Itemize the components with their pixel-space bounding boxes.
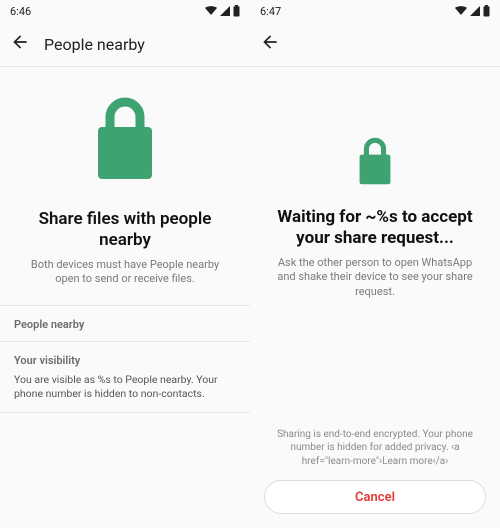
wifi-icon [455,6,467,16]
back-button[interactable] [10,32,30,56]
section-label: People nearby [14,318,236,331]
status-bar: 6:47 [250,0,500,22]
headline: Share files with people nearby [0,209,250,252]
cancel-button[interactable]: Cancel [264,480,486,514]
status-icons [205,5,240,17]
section-people-nearby[interactable]: People nearby [0,306,250,341]
cancel-button-label: Cancel [355,490,395,505]
status-time: 6:47 [260,5,281,18]
status-bar: 6:46 [0,0,250,22]
encryption-note: Sharing is end-to-end encrypted. Your ph… [264,428,486,481]
lock-icon [90,97,160,183]
app-bar: People nearby [0,22,250,66]
section-your-visibility[interactable]: Your visibility You are visible as %s to… [0,342,250,411]
status-icons [455,5,490,17]
wifi-icon [205,6,217,16]
app-bar [250,22,500,66]
hero-icon-wrap [0,67,250,209]
screen-people-nearby: 6:46 People nearby Share files with peop… [0,0,250,528]
screen-body: Waiting for ~%s to accept your share req… [250,67,500,528]
status-time: 6:46 [10,5,31,18]
arrow-left-icon [10,32,30,52]
hero-icon-wrap [250,67,500,207]
arrow-left-icon [260,32,280,52]
screen-body: Share files with people nearby Both devi… [0,67,250,528]
battery-icon [233,5,240,17]
screen-waiting-share: 6:47 Waiting for ~%s to accept your shar… [250,0,500,528]
visibility-description: You are visible as %s to People nearby. … [14,373,236,401]
lock-icon [355,137,395,187]
battery-icon [483,5,490,17]
section-label: Your visibility [14,354,236,367]
divider [0,412,250,413]
sub-text: Both devices must have People nearby ope… [0,252,250,288]
headline: Waiting for ~%s to accept your share req… [250,207,500,250]
signal-icon [220,6,230,16]
bottom-area: Sharing is end-to-end encrypted. Your ph… [250,428,500,528]
sub-text: Ask the other person to open WhatsApp an… [250,250,500,301]
signal-icon [470,6,480,16]
back-button[interactable] [260,32,280,56]
app-bar-title: People nearby [44,35,145,54]
